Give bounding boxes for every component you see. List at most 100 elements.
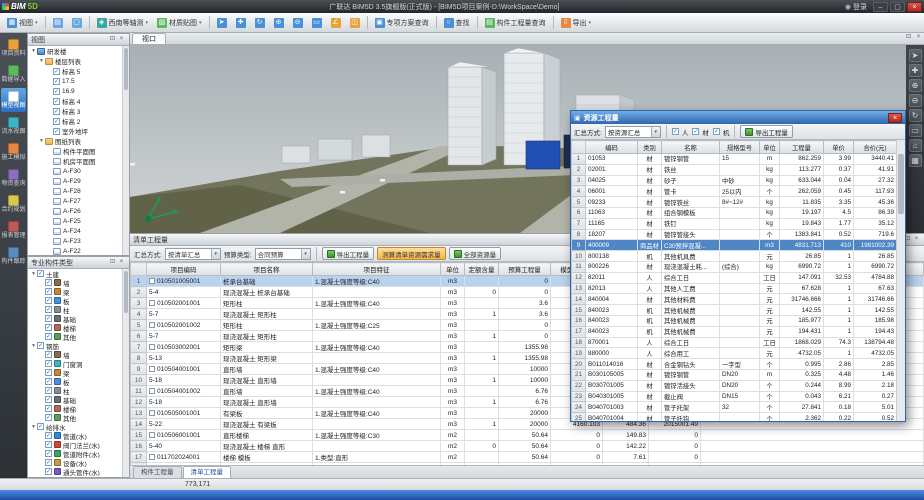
tree-item[interactable]: ✓基础: [28, 395, 122, 404]
sidebar-tab-contract-plan[interactable]: 合约规划: [1, 192, 26, 216]
filter-machine[interactable]: ✓机: [713, 127, 730, 137]
checkbox-icon[interactable]: ✓: [45, 333, 52, 340]
tree-item[interactable]: 构件平面图: [28, 146, 122, 156]
table-row[interactable]: 509233材镀锌铁丝8#~12#kg11.8353.3545.36: [572, 197, 897, 208]
toolbar-measure-tool[interactable]: ∠: [327, 15, 345, 31]
tree-item[interactable]: ▾✓土建: [28, 269, 122, 278]
toolbar-special-plan-query[interactable]: ▣专项方案查询: [371, 15, 433, 31]
checkbox-icon[interactable]: ✓: [45, 459, 52, 466]
table-row[interactable]: 22B030701005材镀锌活接头DN20个0.2448.992.18: [572, 380, 897, 391]
table-row[interactable]: 24B040701003材管子托架32个27.8410.185.01: [572, 402, 897, 413]
table-row[interactable]: 18870001人综合工日工日1868.02974.3138794.48: [572, 337, 897, 348]
sidetool-orbit-icon[interactable]: ↻: [909, 109, 922, 122]
checkbox-icon[interactable]: ✓: [45, 279, 52, 286]
tree-item[interactable]: ✓墙: [28, 350, 122, 359]
table-row[interactable]: 165-40现浇混凝土 楼梯 直形m2050.640142.220: [131, 441, 924, 452]
expander-icon[interactable]: ▾: [38, 138, 45, 144]
sidebar-tab-model-view[interactable]: 模型视图: [1, 88, 26, 112]
table-row[interactable]: 20B011014016材合金钢钻头一字型个0.9952.862.85: [572, 359, 897, 370]
tree-item[interactable]: A-F26: [28, 206, 122, 216]
login-button[interactable]: ◉ 登录: [845, 2, 867, 12]
minimize-button[interactable]: –: [873, 2, 888, 12]
column-header[interactable]: 名称: [662, 141, 720, 154]
filter-material[interactable]: ✓材: [692, 127, 709, 137]
checkbox-icon[interactable]: ✓: [53, 108, 60, 115]
tree-item[interactable]: ▾研发楼: [28, 46, 122, 56]
sidebar-tab-data-import[interactable]: 数据导入: [1, 62, 26, 86]
tree-item[interactable]: ✓通头管件(水): [28, 467, 122, 476]
sidetool-pan-icon[interactable]: ✚: [909, 64, 922, 77]
checkbox-icon[interactable]: ✓: [53, 98, 60, 105]
checkbox-icon[interactable]: ✓: [45, 396, 52, 403]
tree-item[interactable]: ▾✓钢筋: [28, 341, 122, 350]
checkbox-icon[interactable]: ✓: [45, 315, 52, 322]
types-panel-scrollbar[interactable]: [122, 269, 129, 477]
toolbar-orbit-tool[interactable]: ↻: [251, 15, 269, 31]
checkbox-icon[interactable]: ✓: [45, 387, 52, 394]
sidetool-zoom-in-icon[interactable]: ⊕: [909, 79, 922, 92]
table-row[interactable]: 14840004材其他材料费元31746.666131746.66: [572, 294, 897, 305]
checkbox-icon[interactable]: ✓: [692, 128, 699, 135]
tree-item[interactable]: A-F24: [28, 226, 122, 236]
table-row[interactable]: 711165材铁钉kg19.8431.7735.12: [572, 218, 897, 229]
tree-item[interactable]: ✓标高 4: [28, 96, 122, 106]
sidebar-tab-material-query[interactable]: 物资查询: [1, 166, 26, 190]
table-row[interactable]: 23B040301005材截止阀DN15个0.0436.210.27: [572, 391, 897, 402]
toolbar-zoom-in-tool[interactable]: ⊕: [270, 15, 288, 31]
column-header[interactable]: 工程量: [780, 141, 824, 154]
table-row[interactable]: 818207材镀锌管接头个1383.8410.52719.6: [572, 229, 897, 240]
tree-item[interactable]: ✓板: [28, 296, 122, 305]
column-header[interactable]: 项目特征: [313, 263, 441, 276]
sidetool-zoom-out-icon[interactable]: ⊖: [909, 94, 922, 107]
filter-labor[interactable]: ✓人: [672, 127, 689, 137]
toolbar-fullscreen[interactable]: ▢: [68, 15, 86, 31]
tree-item[interactable]: ✓柱: [28, 386, 122, 395]
resource-scrollbar[interactable]: [896, 140, 905, 421]
toolbar-fit-view-tool[interactable]: ▭: [308, 15, 326, 31]
column-header[interactable]: 单位: [441, 263, 465, 276]
toolbar-axon-view[interactable]: ◈西南等轴测▾: [93, 15, 153, 31]
checkbox-icon[interactable]: ✓: [45, 297, 52, 304]
checkbox-icon[interactable]: ✓: [672, 128, 679, 135]
tree-item[interactable]: A-F30: [28, 166, 122, 176]
tree-item[interactable]: 机房平面图: [28, 156, 122, 166]
toolbar-export[interactable]: ⇩导出▾: [557, 15, 596, 31]
table-row[interactable]: 1282011人综合工日工日147.09132.534784.88: [572, 272, 897, 283]
toolbar-section-tool[interactable]: ◫: [346, 15, 364, 31]
tree-item[interactable]: A-F28: [28, 186, 122, 196]
checkbox-icon[interactable]: ✓: [713, 128, 720, 135]
column-header[interactable]: 项目名称: [221, 263, 313, 276]
close-icon[interactable]: ×: [117, 35, 126, 44]
column-header[interactable]: 项目编码: [147, 263, 221, 276]
export-quantity-button[interactable]: 导出工程量: [322, 247, 375, 260]
tree-item[interactable]: ✓管道附件(水): [28, 449, 122, 458]
tree-item[interactable]: ✓17.5: [28, 76, 122, 86]
table-row[interactable]: 17011702024001楼梯 模板1.类型:直形m250.6407.610: [131, 452, 924, 463]
tree-item[interactable]: ✓柱: [28, 305, 122, 314]
sidetool-layers-icon[interactable]: ▦: [909, 154, 922, 167]
scrollbar-thumb[interactable]: [124, 48, 128, 90]
tree-item[interactable]: ✓楼梯: [28, 404, 122, 413]
checkbox-icon[interactable]: ✓: [37, 342, 44, 349]
resource-summary-select[interactable]: 按资源汇总 ▾: [605, 126, 661, 138]
pin-icon[interactable]: ⊡: [108, 35, 117, 44]
toolbar-material-map[interactable]: ▨材质贴图▾: [153, 15, 206, 31]
tree-item[interactable]: ✓标高 2: [28, 116, 122, 126]
table-row[interactable]: 1382013人其他人工费元67.628167.63: [572, 283, 897, 294]
tree-item[interactable]: ✓设备(水): [28, 458, 122, 467]
tree-item[interactable]: ✓基础: [28, 314, 122, 323]
table-row[interactable]: 21B030105005材镀锌钢管DN20m0.3254.481.46: [572, 369, 897, 380]
checkbox-icon[interactable]: ✓: [45, 378, 52, 385]
checkbox-icon[interactable]: [149, 366, 155, 372]
toolbar-view-menu[interactable]: ▦视图▾: [3, 15, 42, 31]
checkbox-icon[interactable]: ✓: [45, 441, 52, 448]
tree-item[interactable]: ✓阀门法兰(水): [28, 440, 122, 449]
checkbox-icon[interactable]: ✓: [37, 423, 44, 430]
close-button[interactable]: ×: [907, 2, 922, 12]
checkbox-icon[interactable]: ✓: [45, 351, 52, 358]
table-row[interactable]: 101053材镀锌钢管15m862.2593.993440.41: [572, 154, 897, 165]
sidebar-tab-construction-sim[interactable]: 施工模拟: [1, 140, 26, 164]
tree-item[interactable]: ✓管道(水): [28, 431, 122, 440]
close-icon[interactable]: ×: [117, 258, 126, 267]
column-header[interactable]: 类别: [638, 141, 662, 154]
